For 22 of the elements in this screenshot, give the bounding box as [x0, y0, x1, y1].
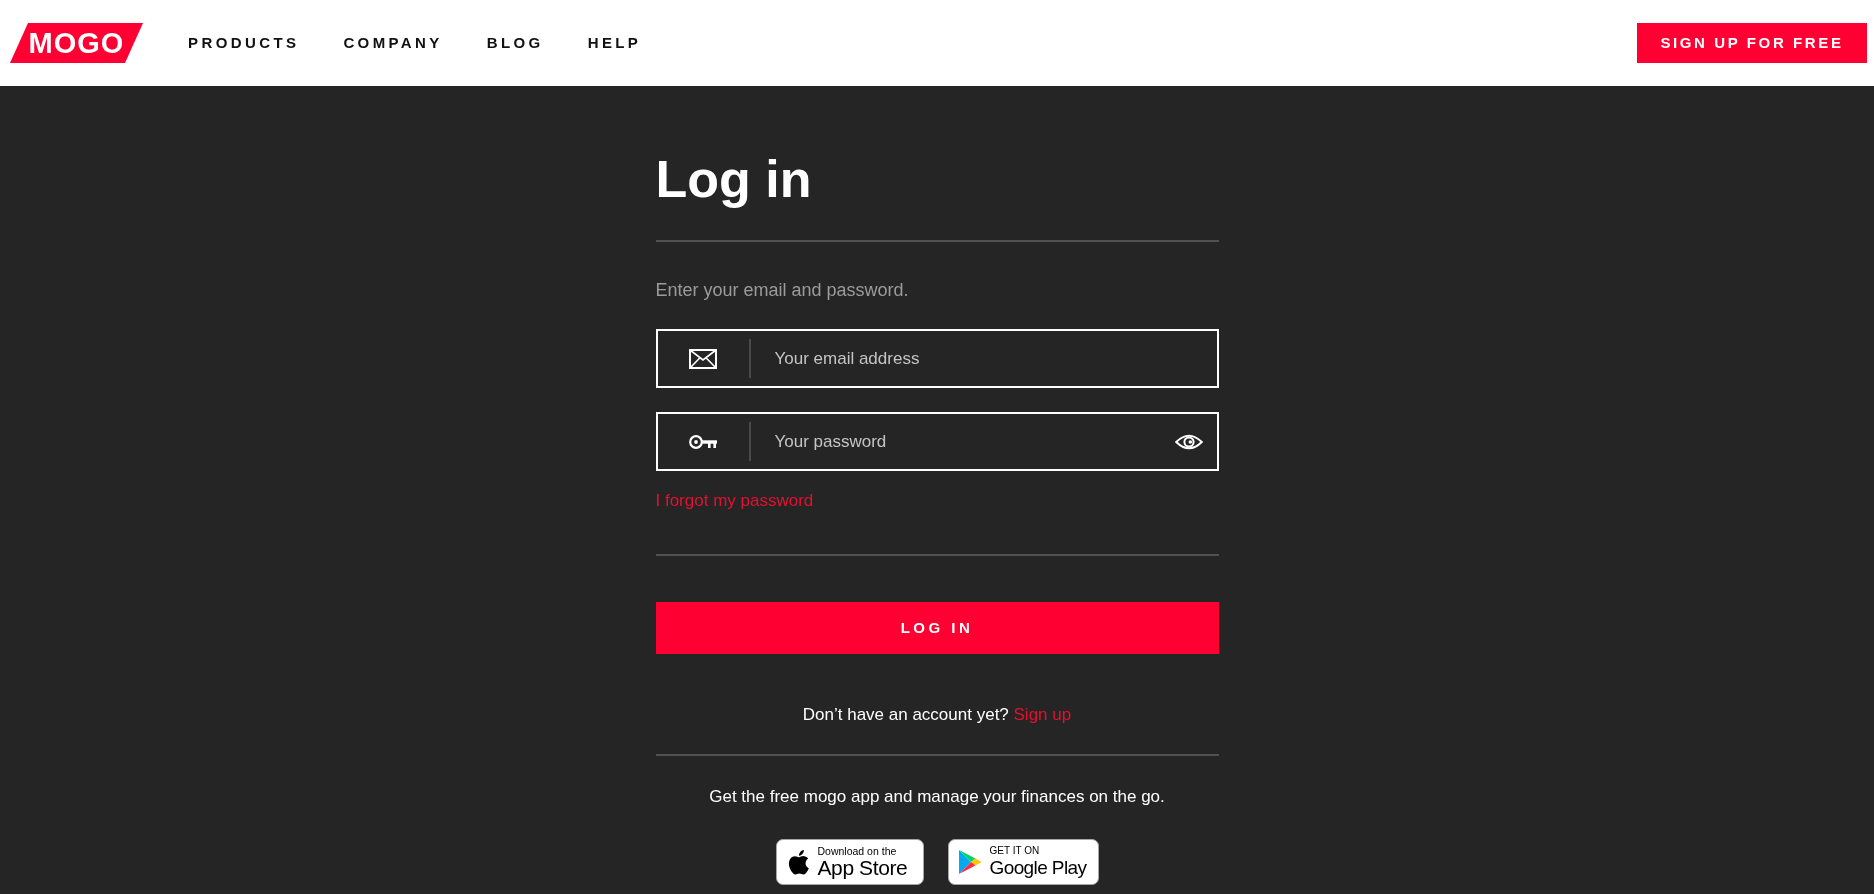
password-input[interactable]: Your password	[774, 428, 1163, 455]
password-field[interactable]: Your password	[655, 412, 1219, 471]
apple-icon	[786, 849, 810, 875]
sign-up-prompt: Don’t have an account yet? Sign up	[802, 704, 1072, 726]
logo[interactable]: MOGO	[10, 23, 143, 63]
app-promo-text: Get the free mogo app and manage your finances on the go.	[709, 786, 1165, 808]
nav-link[interactable]: HELP	[587, 33, 642, 53]
google-play-badge[interactable]: GET IT ON Google Play	[947, 839, 1099, 885]
sign-up-button[interactable]: SIGN UP FOR FREE	[1637, 23, 1867, 63]
email-field[interactable]: Your email address	[655, 329, 1219, 388]
log-in-button[interactable]: LOG IN	[655, 602, 1219, 654]
nav-link[interactable]: COMPANY	[343, 33, 443, 53]
instructions-text: Enter your email and password.	[655, 279, 909, 302]
eye-icon[interactable]	[1174, 432, 1203, 451]
nav-link[interactable]: BLOG	[486, 33, 544, 53]
key-icon	[689, 433, 717, 450]
app-store-badge[interactable]: Download on the App Store	[775, 839, 924, 885]
email-input[interactable]: Your email address	[774, 345, 1205, 372]
nav-link[interactable]: PRODUCTS	[188, 33, 300, 53]
envelope-icon	[689, 348, 717, 369]
play-icon	[957, 849, 982, 875]
page-title: Log in	[655, 149, 812, 210]
